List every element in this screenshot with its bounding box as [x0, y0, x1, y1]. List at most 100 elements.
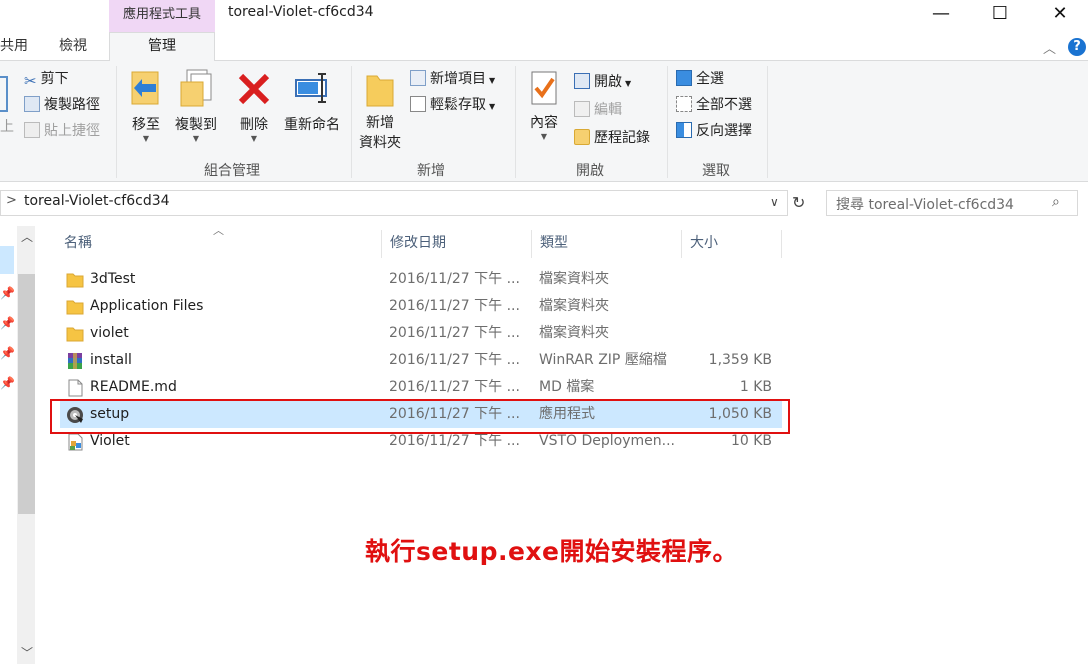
move-to-button[interactable]: 移至 ▼ [126, 68, 166, 143]
delete-x-icon [238, 73, 270, 105]
group-label-new: 新增 [417, 163, 445, 179]
pin-icon: 📌 [0, 346, 15, 360]
open-button[interactable]: 開啟 ▼ [574, 70, 631, 94]
delete-button[interactable]: 刪除 ▼ [234, 68, 274, 143]
folder-icon [66, 273, 84, 288]
column-divider[interactable] [681, 230, 682, 258]
history-button[interactable]: 歷程記錄 [574, 126, 650, 150]
table-row[interactable]: README.md 2016/11/27 下午 ... MD 檔案 1 KB [60, 374, 782, 401]
easy-access-button[interactable]: 輕鬆存取 ▼ [410, 93, 495, 117]
column-header-size[interactable]: 大小 [690, 230, 718, 256]
address-dropdown-icon[interactable]: ∨ [770, 195, 779, 209]
copy-path-icon [24, 96, 40, 112]
scroll-up-icon[interactable]: ︿ [21, 228, 33, 245]
properties-button[interactable]: 內容 ▼ [524, 70, 564, 141]
dropdown-arrow-icon: ▼ [250, 134, 258, 143]
table-row[interactable]: Application Files 2016/11/27 下午 ... 檔案資料… [60, 293, 782, 320]
file-date: 2016/11/27 下午 ... [389, 379, 520, 395]
new-folder-icon [366, 75, 394, 107]
file-date: 2016/11/27 下午 ... [389, 271, 520, 287]
invert-selection-icon [676, 122, 692, 138]
new-folder-label: 新增 [366, 115, 394, 131]
cut-label: 剪下 [40, 71, 69, 87]
rename-label: 重新命名 [284, 117, 340, 133]
dropdown-arrow-icon: ▼ [540, 132, 548, 141]
group-label-select: 選取 [702, 163, 730, 179]
rename-button[interactable]: 重新命名 [280, 68, 344, 134]
group-separator [351, 66, 352, 178]
dropdown-arrow-icon: ▼ [142, 134, 150, 143]
nav-selected-item[interactable] [0, 246, 14, 274]
select-all-label: 全選 [696, 71, 724, 87]
document-icon [68, 379, 83, 397]
help-icon[interactable]: ? [1068, 38, 1086, 56]
column-header-type[interactable]: 類型 [540, 230, 568, 256]
table-row[interactable]: install 2016/11/27 下午 ... WinRAR ZIP 壓縮檔… [60, 347, 782, 374]
refresh-icon[interactable]: ↻ [792, 193, 805, 212]
group-label-open: 開啟 [576, 163, 604, 179]
copy-path-button[interactable]: 複製路徑 [24, 93, 100, 117]
column-divider[interactable] [781, 230, 782, 258]
annotation-text: 執行setup.exe開始安裝程序。 [365, 537, 739, 566]
delete-label: 刪除 [240, 117, 268, 133]
column-header-name[interactable]: 名稱 [64, 230, 92, 256]
paste-icon[interactable] [0, 76, 8, 112]
nav-scrollbar-thumb[interactable] [18, 274, 35, 514]
tab-manage[interactable]: 管理 [109, 32, 215, 61]
search-input[interactable]: 搜尋 toreal-Violet-cf6cd34 [836, 194, 1014, 214]
file-date: 2016/11/27 下午 ... [389, 298, 520, 314]
dropdown-arrow-icon: ▼ [489, 76, 496, 85]
column-header-date[interactable]: 修改日期 [390, 230, 446, 256]
rename-icon [295, 73, 327, 103]
move-to-label: 移至 [132, 117, 160, 133]
copy-path-label: 複製路徑 [44, 97, 100, 113]
breadcrumb-chevron-icon[interactable]: > [6, 193, 17, 208]
new-item-icon [410, 70, 426, 86]
file-name: README.md [90, 379, 177, 395]
column-divider[interactable] [531, 230, 532, 258]
paste-label-fragment: 上 [0, 119, 14, 135]
scroll-down-icon[interactable]: ﹀ [21, 644, 33, 661]
context-tab-title: 應用程式工具 [109, 0, 215, 32]
breadcrumb-path[interactable]: toreal-Violet-cf6cd34 [24, 193, 170, 209]
file-type: WinRAR ZIP 壓縮檔 [539, 352, 667, 368]
dropdown-arrow-icon: ▼ [192, 134, 200, 143]
select-all-button[interactable]: 全選 [676, 67, 724, 91]
new-item-button[interactable]: 新增項目 ▼ [410, 67, 495, 91]
collapse-ribbon-icon[interactable]: ︿ [1043, 38, 1056, 57]
edit-button[interactable]: 編輯 [574, 98, 622, 122]
winrar-icon [68, 353, 82, 369]
history-label: 歷程記錄 [594, 130, 650, 146]
table-row[interactable]: 3dTest 2016/11/27 下午 ... 檔案資料夾 [60, 266, 782, 293]
maximize-button[interactable]: ☐ [977, 0, 1023, 30]
group-separator [515, 66, 516, 178]
copy-to-button[interactable]: 複製到 ▼ [172, 68, 220, 143]
window-title: toreal-Violet-cf6cd34 [228, 4, 374, 20]
pin-icon: 📌 [0, 376, 15, 390]
invert-selection-label: 反向選擇 [696, 123, 752, 139]
new-folder-button[interactable]: 新增 資料夾 [356, 70, 404, 152]
close-button[interactable]: ✕ [1037, 0, 1083, 30]
copy-to-label: 複製到 [175, 117, 217, 133]
tab-share[interactable]: 共用 [0, 32, 28, 60]
easy-access-label: 輕鬆存取 [430, 97, 486, 113]
file-type: 檔案資料夾 [539, 298, 609, 314]
file-name: 3dTest [90, 271, 136, 287]
open-icon [574, 73, 590, 89]
select-none-button[interactable]: 全部不選 [676, 93, 752, 117]
group-separator [667, 66, 668, 178]
invert-selection-button[interactable]: 反向選擇 [676, 119, 752, 143]
file-type: MD 檔案 [539, 379, 595, 395]
cut-button[interactable]: ✂ 剪下 [24, 67, 69, 91]
dropdown-arrow-icon: ▼ [625, 79, 632, 88]
properties-label: 內容 [530, 115, 558, 131]
tab-view[interactable]: 檢視 [59, 32, 87, 60]
vsto-icon [68, 433, 83, 451]
paste-shortcut-button[interactable]: 貼上捷徑 [24, 119, 100, 143]
select-none-icon [676, 96, 692, 112]
select-all-icon [676, 70, 692, 86]
minimize-button[interactable]: — [918, 0, 964, 30]
search-icon[interactable]: ⌕ [1052, 194, 1060, 210]
column-divider[interactable] [381, 230, 382, 258]
table-row[interactable]: violet 2016/11/27 下午 ... 檔案資料夾 [60, 320, 782, 347]
